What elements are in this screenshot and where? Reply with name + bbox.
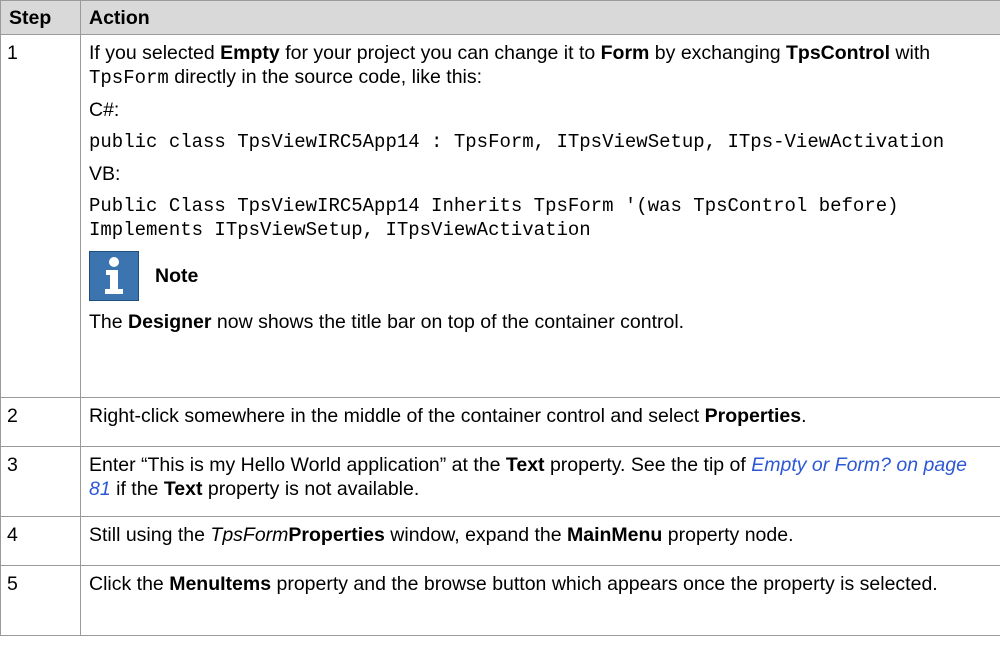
- table-row: 4 Still using the TpsFormProperties wind…: [0, 516, 1000, 566]
- action-cell: Enter “This is my Hello World applicatio…: [80, 446, 1000, 517]
- table-row: 5 Click the MenuItems property and the b…: [0, 565, 1000, 636]
- info-icon: [89, 251, 139, 301]
- bold-menuitems: MenuItems: [169, 573, 272, 595]
- step-number: 5: [0, 565, 81, 636]
- note-box: Note: [89, 250, 992, 302]
- step-number: 2: [0, 397, 81, 447]
- bold-tpscontrol: TpsControl: [786, 42, 890, 64]
- table-row: 2 Right-click somewhere in the middle of…: [0, 397, 1000, 447]
- steps-table: Step Action 1 If you selected Empty for …: [0, 0, 1000, 636]
- italic-tpsform: TpsForm: [210, 524, 289, 546]
- step-number: 4: [0, 516, 81, 566]
- bold-mainmenu: MainMenu: [567, 524, 663, 546]
- bold-properties: Properties: [704, 405, 802, 427]
- bold-form: Form: [600, 42, 650, 64]
- table-header-row: Step Action: [0, 0, 1000, 35]
- table-row: 1 If you selected Empty for your project…: [0, 34, 1000, 398]
- table-row: 3 Enter “This is my Hello World applicat…: [0, 446, 1000, 517]
- header-step: Step: [0, 0, 81, 35]
- note-label: Note: [155, 265, 199, 287]
- step-number: 3: [0, 446, 81, 517]
- inline-code-tpsform: TpsForm: [89, 67, 169, 89]
- bold-designer: Designer: [128, 311, 212, 333]
- bold-text-2: Text: [163, 478, 203, 500]
- csharp-code: public class TpsViewIRC5App14 : TpsForm,…: [89, 131, 945, 153]
- vb-label: VB:: [89, 163, 121, 185]
- action-cell: Click the MenuItems property and the bro…: [80, 565, 1000, 636]
- step-number: 1: [0, 34, 81, 398]
- bold-text: Text: [505, 454, 545, 476]
- bold-properties: Properties: [288, 524, 385, 546]
- action-cell: If you selected Empty for your project y…: [80, 34, 1000, 398]
- csharp-label: C#:: [89, 99, 120, 121]
- action-cell: Right-click somewhere in the middle of t…: [80, 397, 1000, 447]
- vb-code: Public Class TpsViewIRC5App14 Inherits T…: [89, 195, 899, 241]
- bold-empty: Empty: [220, 42, 280, 64]
- header-action: Action: [80, 0, 1000, 35]
- action-cell: Still using the TpsFormProperties window…: [80, 516, 1000, 566]
- note-text: The Designer now shows the title bar on …: [89, 311, 685, 333]
- intro-paragraph: If you selected Empty for your project y…: [89, 42, 931, 89]
